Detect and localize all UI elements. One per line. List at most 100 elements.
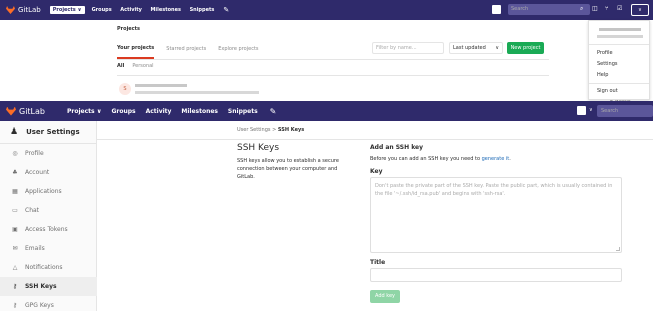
profile-icon: ◎	[12, 150, 18, 157]
tab-explore-projects[interactable]: Explore projects	[218, 40, 258, 58]
sidebar-item-label: Profile	[25, 150, 44, 157]
chevron-down-icon: ∨	[495, 45, 499, 51]
add-ssh-key-intro: Before you can add an SSH key you need t…	[370, 156, 511, 162]
new-item-plus-icon[interactable]	[492, 5, 501, 14]
sidebar-item-applications[interactable]: ▦ Applications	[0, 182, 97, 201]
chevron-down-icon: ∨	[638, 7, 642, 13]
new-item-plus-icon[interactable]	[577, 106, 586, 115]
sidebar-item-label: Emails	[25, 245, 45, 252]
project-filter-tabs: All Personal	[117, 63, 549, 76]
chevron-down-icon[interactable]: ∨	[589, 107, 593, 113]
sidebar-item-account[interactable]: ♣ Account	[0, 163, 97, 182]
projects-dropdown[interactable]: Projects ∨	[67, 108, 102, 115]
tab-starred-projects[interactable]: Starred projects	[166, 40, 206, 58]
search-icon: ⌕	[580, 5, 584, 12]
page-description: SSH keys allow you to establish a secure…	[237, 158, 339, 180]
top-navbar: GitLab Projects ∨ Groups Activity Milest…	[0, 101, 653, 121]
user-menu-dropdown: Profile Settings Help Sign out	[588, 20, 650, 100]
resize-handle-icon[interactable]	[616, 247, 620, 251]
project-list-item[interactable]: S ★ 0 🔒 updated 2 weeks ago	[117, 80, 643, 109]
key-textarea[interactable]: Don't paste the private part of the SSH …	[370, 177, 622, 253]
brand-name: GitLab	[19, 106, 45, 116]
menu-item-settings[interactable]: Settings	[597, 61, 618, 67]
divider	[589, 83, 649, 84]
sidebar-item-label: Account	[25, 169, 50, 176]
project-avatar: S	[119, 83, 131, 95]
nav-link-milestones[interactable]: Milestones	[181, 108, 218, 115]
add-ssh-key-heading: Add an SSH key	[370, 144, 424, 151]
sidebar-item-label: Notifications	[25, 264, 63, 271]
new-project-button[interactable]: New project	[507, 42, 544, 54]
admin-wrench-icon[interactable]: ✎	[270, 107, 277, 116]
subtab-personal[interactable]: Personal	[132, 63, 153, 75]
nav-link-groups[interactable]: Groups	[92, 7, 112, 13]
redacted-user-handle	[597, 35, 643, 38]
sidebar-item-profile[interactable]: ◎ Profile	[0, 144, 97, 163]
admin-wrench-icon[interactable]: ✎	[223, 6, 229, 14]
applications-icon: ▦	[12, 188, 18, 195]
sidebar-header[interactable]: ♟ User Settings	[0, 121, 97, 144]
bell-icon: △	[12, 264, 18, 271]
nav-link-activity[interactable]: Activity	[146, 108, 172, 115]
page-title: SSH Keys	[237, 143, 280, 153]
gitlab-logo[interactable]: GitLab	[6, 106, 45, 116]
sidebar-item-label: GPG Keys	[25, 302, 54, 309]
nav-link-activity[interactable]: Activity	[120, 7, 142, 13]
sidebar-item-label: Chat	[25, 207, 40, 214]
projects-page-title: Projects	[117, 26, 141, 32]
user-icon: ♟	[10, 127, 19, 137]
add-key-button[interactable]: Add key	[370, 290, 400, 303]
menu-item-help[interactable]: Help	[597, 72, 608, 78]
chat-icon: ▭	[12, 207, 18, 214]
nav-link-milestones[interactable]: Milestones	[150, 7, 181, 13]
email-icon: ✉	[12, 245, 18, 252]
breadcrumb-separator: >	[272, 127, 277, 133]
todo-icon[interactable]: ☑	[617, 5, 622, 12]
issues-icon[interactable]: ◫	[592, 5, 598, 12]
filter-by-name-input[interactable]: Filter by name...	[372, 42, 444, 54]
sidebar-item-ssh-keys[interactable]: ⚷ SSH Keys	[0, 277, 97, 296]
sidebar-item-chat[interactable]: ▭ Chat	[0, 201, 97, 220]
key-label: Key	[370, 168, 383, 175]
nav-link-snippets[interactable]: Snippets	[190, 7, 215, 13]
top-navbar-background: GitLab Projects ∨ Groups Activity Milest…	[0, 0, 653, 20]
gitlab-logo[interactable]: GitLab	[6, 6, 41, 14]
sidebar-item-gpg-keys[interactable]: ⚷ GPG Keys	[0, 296, 97, 311]
breadcrumb-current: SSH Keys	[277, 127, 305, 133]
search-input[interactable]: Search	[508, 4, 590, 15]
redacted-project-description	[135, 91, 259, 94]
sidebar-item-emails[interactable]: ✉ Emails	[0, 239, 97, 258]
generate-it-link[interactable]: generate it	[482, 156, 510, 162]
token-icon: ▣	[12, 226, 18, 233]
sidebar-item-label: Access Tokens	[25, 226, 68, 233]
sidebar-item-label: Applications	[25, 188, 62, 195]
tab-your-projects[interactable]: Your projects	[117, 39, 155, 59]
divider	[589, 44, 649, 45]
sidebar-title: User Settings	[26, 128, 80, 136]
brand-name: GitLab	[18, 6, 41, 14]
key-placeholder: Don't paste the private part of the SSH …	[375, 183, 613, 197]
gitlab-fox-icon	[6, 106, 16, 116]
sidebar-item-label: SSH Keys	[25, 283, 57, 290]
account-icon: ♣	[12, 169, 18, 176]
breadcrumb-parent[interactable]: User Settings	[237, 127, 271, 133]
redacted-project-name	[135, 84, 187, 87]
title-input[interactable]	[370, 268, 622, 282]
sidebar-item-notifications[interactable]: △ Notifications	[0, 258, 97, 277]
breadcrumb: User Settings > SSH Keys	[97, 121, 653, 140]
subtab-all[interactable]: All	[117, 63, 124, 75]
settings-sidebar: ♟ User Settings ◎ Profile ♣ Account ▦ Ap…	[0, 121, 97, 311]
projects-dropdown[interactable]: Projects ∨	[49, 6, 85, 14]
nav-link-snippets[interactable]: Snippets	[228, 108, 258, 115]
nav-link-groups[interactable]: Groups	[111, 108, 135, 115]
sort-dropdown[interactable]: Last updated ∨	[449, 42, 503, 54]
gpg-key-icon: ⚷	[12, 302, 18, 309]
search-input[interactable]: Search	[597, 105, 653, 117]
menu-item-sign-out[interactable]: Sign out	[597, 88, 618, 94]
gitlab-fox-icon	[6, 6, 15, 14]
title-label: Title	[370, 259, 386, 266]
menu-item-profile[interactable]: Profile	[597, 50, 613, 56]
merge-request-icon[interactable]: ⑂	[605, 5, 609, 12]
user-avatar-dropdown[interactable]: ∨	[631, 4, 649, 16]
sidebar-item-access-tokens[interactable]: ▣ Access Tokens	[0, 220, 97, 239]
